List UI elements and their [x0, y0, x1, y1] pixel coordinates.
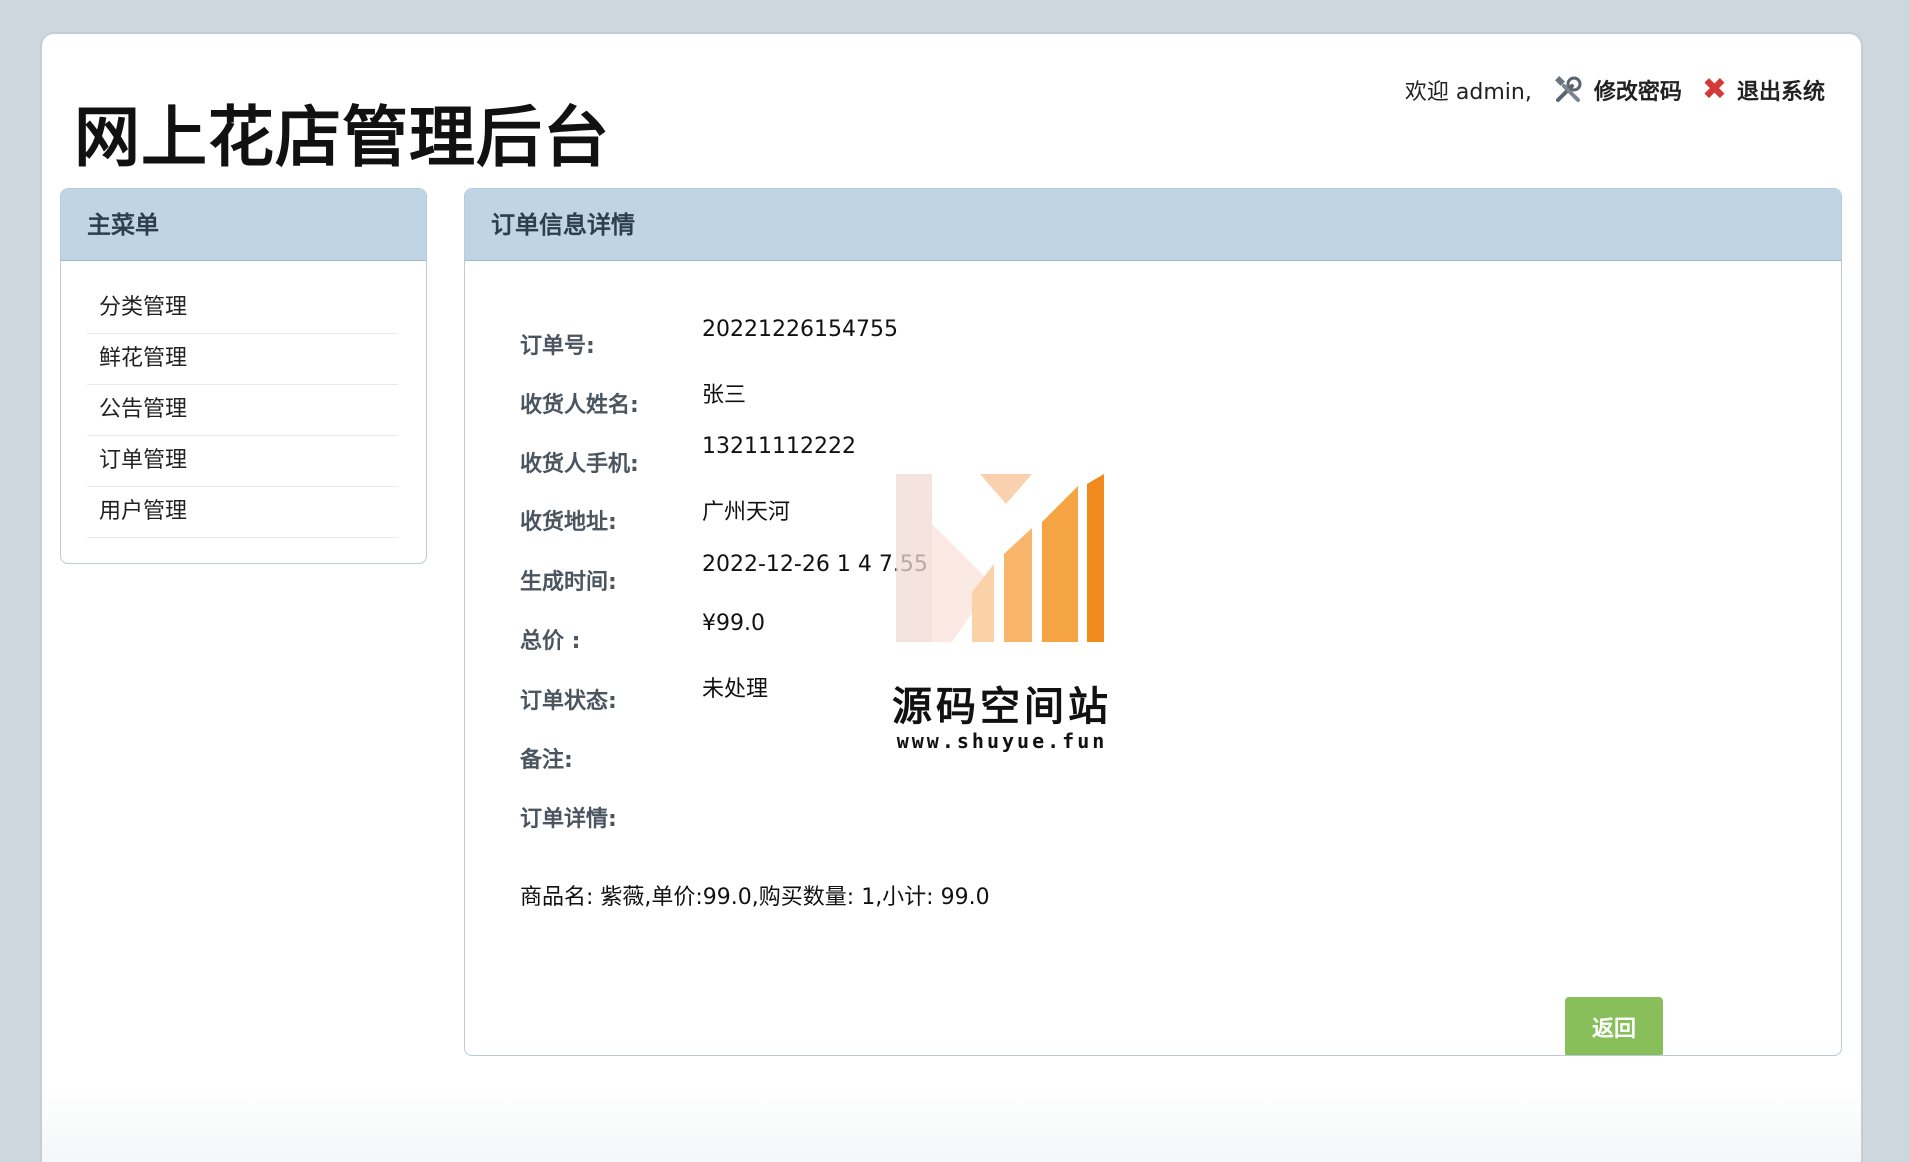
receiver-name-value: 张三: [702, 383, 747, 408]
main-menu-title: 主菜单: [61, 189, 426, 261]
receiver-phone-value: 13211112222: [702, 434, 856, 459]
site-title: 网上花店管理后台: [74, 99, 610, 176]
receiver-name-label: 收货人姓名:: [520, 393, 639, 418]
main-menu-list: 分类管理 鲜花管理 公告管理 订单管理 用户管理: [61, 261, 426, 538]
order-detail-title: 订单信息详情: [465, 189, 1841, 261]
total-price-value: ¥99.0: [702, 611, 765, 636]
change-password-link[interactable]: 修改密码: [1552, 74, 1682, 106]
menu-item-category[interactable]: 分类管理: [87, 283, 398, 334]
menu-item-notices[interactable]: 公告管理: [87, 385, 398, 436]
created-time-label: 生成时间:: [520, 570, 617, 595]
app-frame: 网上花店管理后台 欢迎 admin, 修改密码 ✖ 退出系统 主菜单 分类管理 …: [42, 34, 1861, 1162]
top-bar: 欢迎 admin, 修改密码 ✖ 退出系统: [1405, 74, 1825, 106]
back-button[interactable]: 返回: [1565, 997, 1663, 1055]
menu-item-flowers[interactable]: 鲜花管理: [87, 334, 398, 385]
order-number-value: 20221226154755: [702, 317, 898, 342]
logout-label: 退出系统: [1736, 80, 1825, 105]
created-time-value: 2022-12-26 1 4 7.55: [702, 552, 928, 577]
order-status-label: 订单状态:: [520, 689, 617, 714]
change-password-label: 修改密码: [1593, 80, 1682, 105]
order-detail-panel: 订单信息详情 订单号: 20221226154755 收货人姓名: 张三 收货人…: [464, 188, 1842, 1056]
order-number-label: 订单号:: [520, 334, 595, 359]
tools-icon: [1554, 76, 1582, 102]
order-item-line: 商品名: 紫薇,单价:99.0,购买数量: 1,小计: 99.0: [520, 885, 990, 910]
order-details-label: 订单详情:: [520, 807, 617, 832]
total-price-label: 总价 :: [520, 629, 581, 654]
welcome-text: 欢迎 admin,: [1404, 80, 1532, 105]
receiver-phone-label: 收货人手机:: [520, 452, 639, 477]
menu-item-orders[interactable]: 订单管理: [87, 436, 398, 487]
address-label: 收货地址:: [520, 510, 617, 535]
address-value: 广州天河: [702, 500, 791, 525]
menu-item-users[interactable]: 用户管理: [87, 487, 398, 538]
logout-link[interactable]: ✖ 退出系统: [1702, 74, 1825, 106]
order-status-value: 未处理: [702, 677, 769, 702]
remark-label: 备注:: [520, 748, 573, 773]
close-icon: ✖: [1701, 72, 1727, 107]
main-menu-panel: 主菜单 分类管理 鲜花管理 公告管理 订单管理 用户管理: [60, 188, 427, 564]
